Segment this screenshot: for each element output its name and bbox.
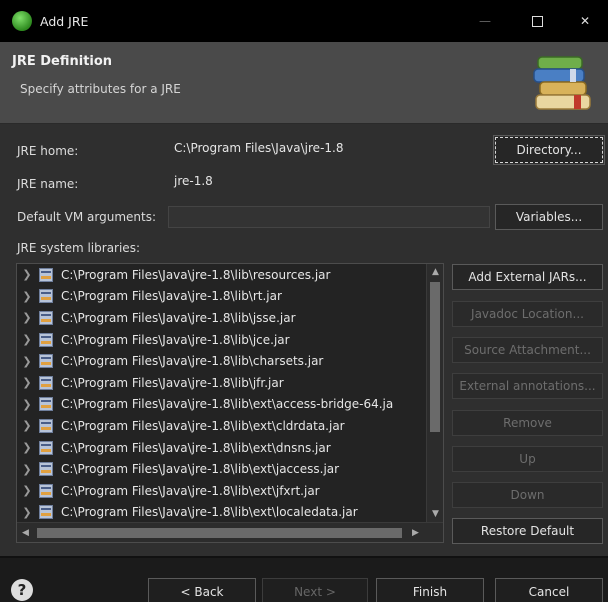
library-path: C:\Program Files\Java\jre-1.8\lib\resour… [61,267,331,282]
vertical-scroll-thumb[interactable] [430,282,440,432]
scroll-right-icon[interactable]: ▶ [407,523,424,543]
wizard-header: JRE Definition Specify attributes for a … [0,42,608,124]
dialog-footer: ? < Back Next > Finish Cancel [0,558,608,602]
library-row[interactable]: ❯ C:\Program Files\Java\jre-1.8\lib\ext\d… [17,437,427,459]
vertical-scrollbar[interactable]: ▲ ▼ [426,264,443,522]
window-title: Add JRE [40,13,89,29]
library-row[interactable]: ❯ C:\Program Files\Java\jre-1.8\lib\rt.ja… [17,286,427,308]
close-button[interactable]: ✕ [562,0,608,42]
library-path: C:\Program Files\Java\jre-1.8\lib\ext\lo… [61,505,358,520]
system-libraries-label: JRE system libraries: [17,241,140,255]
expand-chevron-icon[interactable]: ❯ [17,268,37,281]
expand-chevron-icon[interactable]: ❯ [17,463,37,476]
library-path: C:\Program Files\Java\jre-1.8\lib\rt.jar [61,289,282,304]
back-button[interactable]: < Back [148,578,256,602]
jar-icon [39,462,53,477]
jre-name-input[interactable]: jre-1.8 [168,171,588,193]
expand-chevron-icon[interactable]: ❯ [17,441,37,454]
directory-button[interactable]: Directory... [493,135,605,165]
header-title: JRE Definition [12,54,113,69]
javadoc-location-button[interactable]: Javadoc Location... [452,301,603,327]
library-row[interactable]: ❯ C:\Program Files\Java\jre-1.8\lib\jsse.… [17,307,427,329]
finish-button[interactable]: Finish [376,578,484,602]
library-path: C:\Program Files\Java\jre-1.8\lib\ext\ja… [61,462,340,477]
jar-icon [39,310,53,325]
scroll-down-icon[interactable]: ▼ [427,506,444,522]
expand-chevron-icon[interactable]: ❯ [17,376,37,389]
expand-chevron-icon[interactable]: ❯ [17,398,37,411]
scroll-up-icon[interactable]: ▲ [427,264,444,280]
jar-icon [39,418,53,433]
library-path: C:\Program Files\Java\jre-1.8\lib\jce.ja… [61,332,290,347]
cancel-button[interactable]: Cancel [495,578,603,602]
library-path: C:\Program Files\Java\jre-1.8\lib\ext\cl… [61,418,345,433]
library-path: C:\Program Files\Java\jre-1.8\lib\jfr.ja… [61,375,284,390]
jar-icon [39,440,53,455]
jre-name-label: JRE name: [17,177,79,191]
maximize-icon [531,15,543,27]
source-attachment-button[interactable]: Source Attachment... [452,337,603,363]
header-subtitle: Specify attributes for a JRE [20,82,181,96]
library-path: C:\Program Files\Java\jre-1.8\lib\ext\jf… [61,483,320,498]
expand-chevron-icon[interactable]: ❯ [17,311,37,324]
expand-chevron-icon[interactable]: ❯ [17,290,37,303]
library-books-icon [533,56,591,110]
down-button[interactable]: Down [452,482,603,508]
remove-button[interactable]: Remove [452,410,603,436]
library-path: C:\Program Files\Java\jre-1.8\lib\ext\ac… [61,397,394,412]
vm-arguments-label: Default VM arguments: [17,210,157,224]
horizontal-scrollbar[interactable]: ◀ ▶ [17,522,443,542]
horizontal-scroll-thumb[interactable] [37,528,402,538]
add-external-jars-button[interactable]: Add External JARs... [452,264,603,290]
minimize-button[interactable]: — [462,0,508,42]
library-path: C:\Program Files\Java\jre-1.8\lib\charse… [61,354,324,369]
library-row[interactable]: ❯ C:\Program Files\Java\jre-1.8\lib\ext\a… [17,394,427,416]
library-row[interactable]: ❯ C:\Program Files\Java\jre-1.8\lib\ext\j… [17,480,427,502]
jar-icon [39,397,53,412]
library-row[interactable]: ❯ C:\Program Files\Java\jre-1.8\lib\jce.j… [17,329,427,351]
dialog-body: JRE home: C:\Program Files\Java\jre-1.8 … [0,124,608,556]
jar-icon [39,267,53,282]
help-icon[interactable]: ? [11,579,33,601]
jar-icon [39,483,53,498]
expand-chevron-icon[interactable]: ❯ [17,506,37,519]
libraries-list: ❯ C:\Program Files\Java\jre-1.8\lib\resou… [17,264,427,522]
jre-home-label: JRE home: [17,144,79,158]
next-button[interactable]: Next > [262,578,368,602]
library-path: C:\Program Files\Java\jre-1.8\lib\jsse.j… [61,310,296,325]
libraries-tree[interactable]: ❯ C:\Program Files\Java\jre-1.8\lib\resou… [16,263,444,543]
jar-icon [39,332,53,347]
restore-default-button[interactable]: Restore Default [452,518,603,544]
maximize-button[interactable] [514,0,560,42]
expand-chevron-icon[interactable]: ❯ [17,355,37,368]
library-row[interactable]: ❯ C:\Program Files\Java\jre-1.8\lib\chars… [17,350,427,372]
expand-chevron-icon[interactable]: ❯ [17,419,37,432]
up-button[interactable]: Up [452,446,603,472]
expand-chevron-icon[interactable]: ❯ [17,333,37,346]
vm-arguments-input[interactable] [168,206,490,228]
scroll-left-icon[interactable]: ◀ [17,523,34,543]
jar-icon [39,505,53,520]
library-row[interactable]: ❯ C:\Program Files\Java\jre-1.8\lib\jfr.j… [17,372,427,394]
jre-home-input[interactable]: C:\Program Files\Java\jre-1.8 [168,138,488,160]
library-row[interactable]: ❯ C:\Program Files\Java\jre-1.8\lib\resou… [17,264,427,286]
title-bar: Add JRE — ✕ [0,0,608,42]
library-row[interactable]: ❯ C:\Program Files\Java\jre-1.8\lib\ext\c… [17,415,427,437]
jar-icon [39,354,53,369]
external-annotations-button[interactable]: External annotations... [452,373,603,399]
library-row[interactable]: ❯ C:\Program Files\Java\jre-1.8\lib\ext\l… [17,502,427,522]
expand-chevron-icon[interactable]: ❯ [17,484,37,497]
library-row[interactable]: ❯ C:\Program Files\Java\jre-1.8\lib\ext\j… [17,458,427,480]
library-path: C:\Program Files\Java\jre-1.8\lib\ext\dn… [61,440,331,455]
jar-icon [39,375,53,390]
variables-button[interactable]: Variables... [495,204,603,230]
eclipse-app-icon [12,11,32,31]
jar-icon [39,289,53,304]
